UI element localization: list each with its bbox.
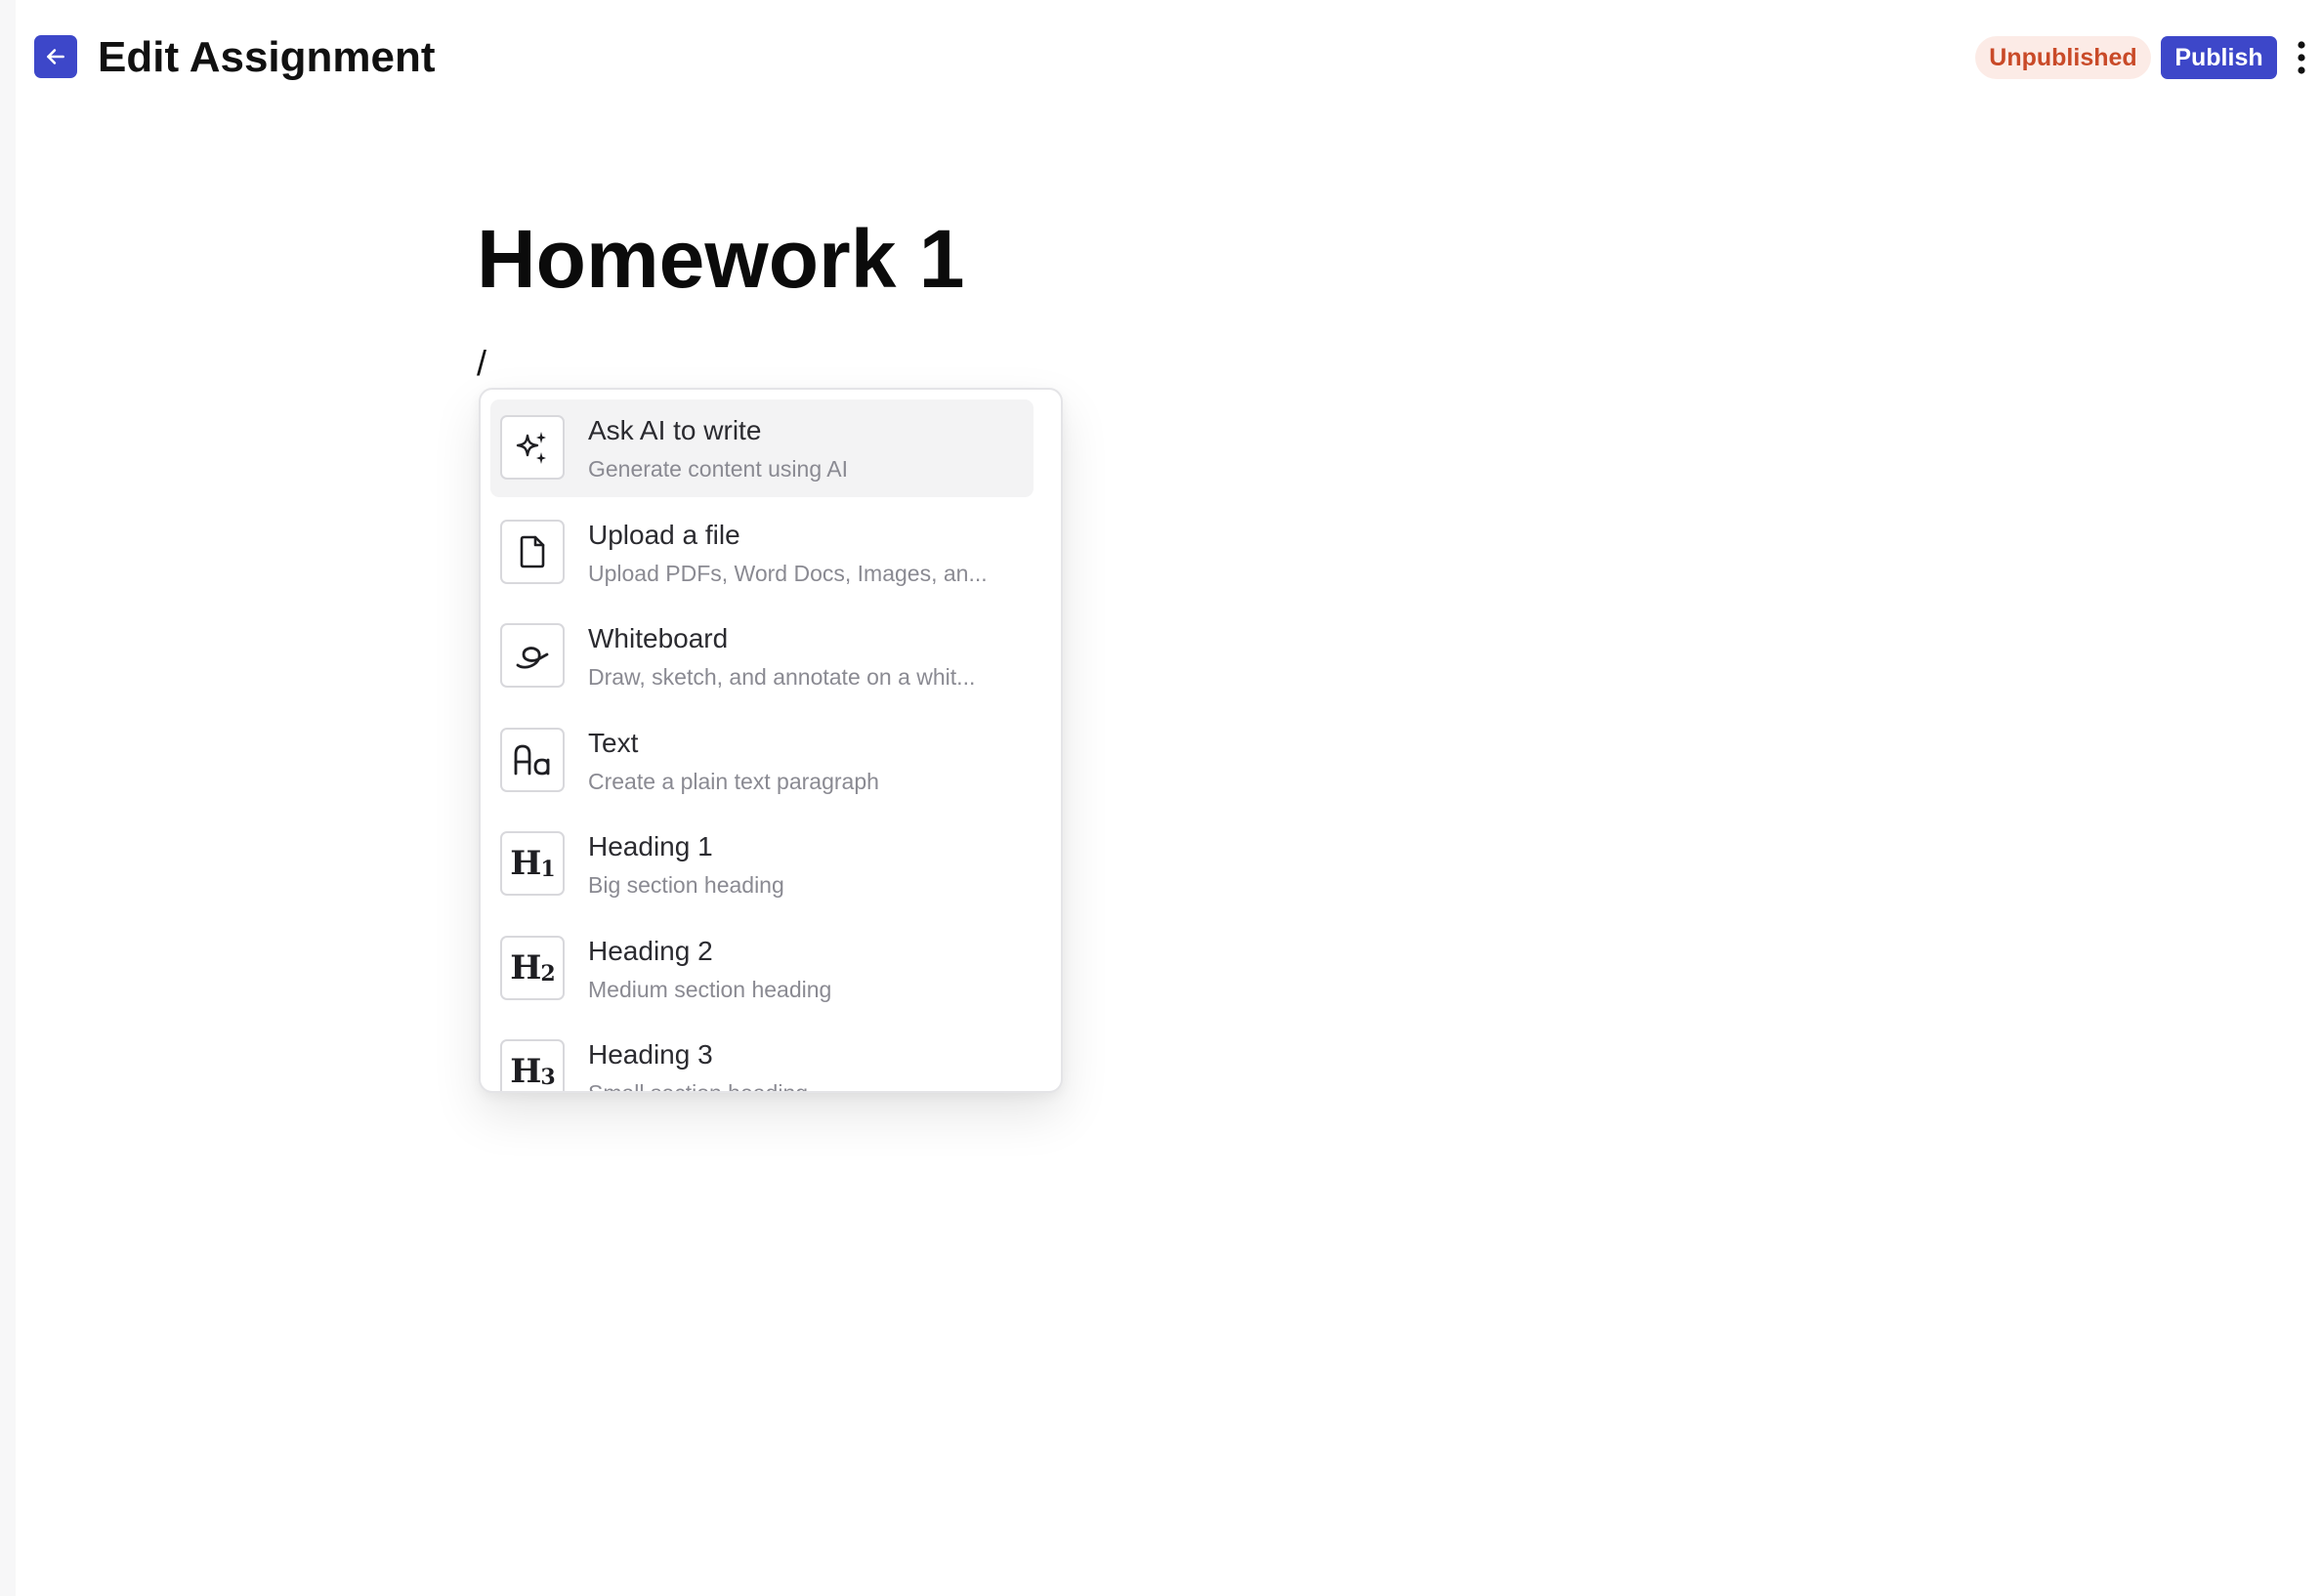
- heading-glyph-number: 2: [540, 961, 555, 987]
- menu-item-text[interactable]: Text Create a plain text paragraph: [490, 712, 1034, 810]
- top-bar: Edit Assignment Unpublished Publish: [0, 0, 2321, 115]
- heading-glyph-number: 1: [540, 857, 555, 882]
- menu-item-title: Heading 1: [588, 831, 713, 861]
- file-icon: [500, 520, 565, 584]
- menu-item-title: Upload a file: [588, 520, 740, 550]
- menu-item-description: Medium section heading: [588, 977, 832, 1002]
- menu-item-ask-ai[interactable]: Ask AI to write Generate content using A…: [490, 399, 1034, 497]
- menu-item-description: Draw, sketch, and annotate on a whit...: [588, 664, 976, 690]
- whiteboard-icon: [500, 623, 565, 688]
- heading-3-icon: H3: [500, 1039, 565, 1091]
- menu-item-description: Generate content using AI: [588, 456, 848, 482]
- heading-glyph-letter: H: [510, 948, 541, 987]
- more-options-button[interactable]: [2290, 37, 2313, 78]
- back-button[interactable]: [34, 35, 77, 78]
- menu-item-heading-1[interactable]: H1 Heading 1 Big section heading: [490, 816, 1034, 913]
- slash-command-menu: Ask AI to write Generate content using A…: [479, 388, 1063, 1093]
- heading-1-icon: H1: [500, 831, 565, 896]
- menu-item-title: Text: [588, 728, 639, 758]
- heading-2-icon: H2: [500, 936, 565, 1000]
- heading-glyph-number: 3: [540, 1065, 555, 1090]
- heading-glyph-letter: H: [510, 1052, 541, 1091]
- publish-button[interactable]: Publish: [2161, 36, 2277, 79]
- menu-item-whiteboard[interactable]: Whiteboard Draw, sketch, and annotate on…: [490, 608, 1034, 705]
- status-badge: Unpublished: [1975, 36, 2151, 79]
- menu-item-description: Small section heading: [588, 1080, 809, 1093]
- text-aa-icon: [500, 728, 565, 792]
- editor-line[interactable]: /: [477, 342, 486, 385]
- menu-item-upload-file[interactable]: Upload a file Upload PDFs, Word Docs, Im…: [490, 504, 1034, 602]
- menu-item-title: Whiteboard: [588, 623, 729, 653]
- menu-item-heading-2[interactable]: H2 Heading 2 Medium section heading: [490, 920, 1034, 1018]
- page-title: Edit Assignment: [98, 33, 436, 81]
- arrow-left-icon: [43, 44, 68, 69]
- heading-glyph-letter: H: [510, 844, 541, 883]
- left-sidebar-strip: [0, 0, 16, 1596]
- menu-item-title: Heading 3: [588, 1039, 713, 1070]
- menu-item-title: Heading 2: [588, 936, 713, 966]
- menu-item-title: Ask AI to write: [588, 415, 762, 445]
- sparkles-icon: [500, 415, 565, 480]
- menu-item-heading-3[interactable]: H3 Heading 3 Small section heading: [490, 1024, 1034, 1093]
- document-title[interactable]: Homework 1: [477, 207, 965, 311]
- vertical-ellipsis-icon: [2297, 40, 2306, 75]
- menu-item-description: Upload PDFs, Word Docs, Images, an...: [588, 561, 988, 586]
- menu-item-description: Create a plain text paragraph: [588, 769, 879, 794]
- menu-item-description: Big section heading: [588, 872, 784, 898]
